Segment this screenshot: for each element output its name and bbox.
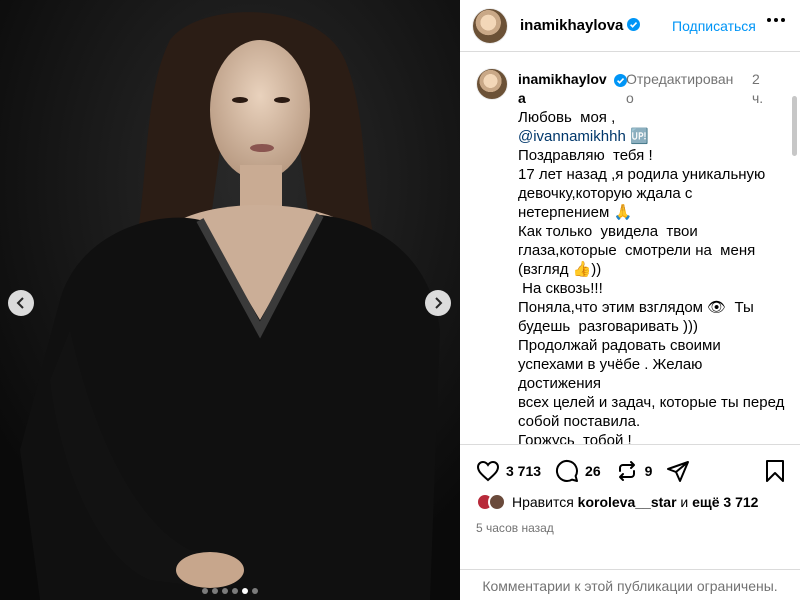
repost-button[interactable]: 9 bbox=[615, 459, 653, 483]
repost-icon bbox=[618, 461, 635, 481]
comment-icon bbox=[556, 459, 579, 482]
caption-timestamp[interactable]: 2 ч. bbox=[752, 70, 766, 108]
liked-by[interactable]: Нравится koroleva__star и ещё 3 712 bbox=[476, 493, 758, 511]
like-button[interactable]: 3 713 bbox=[476, 459, 541, 483]
caption-section: inamikhaylov a Отредактирован о 2 ч. Любовь… bbox=[460, 52, 800, 444]
chevron-left-icon bbox=[16, 297, 24, 309]
bookmark-icon bbox=[766, 460, 784, 482]
comment-button[interactable]: 26 bbox=[555, 459, 601, 483]
caption-line: Любовь моя , bbox=[518, 109, 616, 126]
carousel-dot bbox=[222, 588, 228, 594]
liked-by-rest[interactable]: ещё 3 712 bbox=[692, 494, 758, 510]
caption-line: Горжусь тобой ! bbox=[518, 432, 632, 444]
caption-line: нетерпением 🙏 bbox=[518, 204, 633, 221]
heart-icon bbox=[476, 460, 500, 482]
carousel-prev-button[interactable] bbox=[8, 290, 34, 316]
carousel-dot bbox=[252, 588, 258, 594]
carousel-indicator bbox=[0, 588, 460, 594]
caption-line: На сквозь!!! bbox=[518, 280, 603, 297]
more-dots-icon[interactable] bbox=[767, 18, 785, 22]
caption-author-username[interactable]: inamikhaylov a bbox=[518, 70, 610, 108]
caption-text: Любовь моя , @ivannamikhhh 🆙 Поздравляю те… bbox=[518, 108, 788, 444]
caption-line: Поняла,что этим взглядом 👁 Ты bbox=[518, 299, 754, 316]
caption-line: 17 лет назад ,я родила уникальную bbox=[518, 166, 766, 183]
caption-line: успехами в учёбе . Желаю достижения bbox=[518, 356, 707, 392]
caption-line: Продолжай радовать своими bbox=[518, 337, 721, 354]
likes-count: 3 713 bbox=[506, 463, 542, 479]
liked-by-prefix: Нравится bbox=[512, 494, 574, 510]
carousel-dot bbox=[242, 588, 248, 594]
post-media[interactable] bbox=[0, 0, 460, 600]
caption-line: Поздравляю тебя ! bbox=[518, 147, 653, 164]
comments-restricted-notice: Комментарии к этой публикации ограничены… bbox=[460, 569, 800, 600]
posted-ago: 5 часов назад bbox=[476, 521, 554, 535]
follow-button[interactable]: Подписаться bbox=[672, 18, 756, 34]
caption-author-avatar[interactable] bbox=[476, 68, 508, 100]
comments-count: 26 bbox=[585, 463, 601, 479]
share-button[interactable] bbox=[666, 459, 690, 483]
caption-line: Как только увидела твои bbox=[518, 223, 698, 240]
post-actions: 3 713 26 9 Нравится koroleva__star и ещё… bbox=[460, 444, 800, 600]
post-photo bbox=[0, 0, 460, 600]
author-avatar[interactable] bbox=[472, 7, 508, 44]
caption-line: (взгляд 👍)) bbox=[518, 261, 602, 278]
caption-line: всех целей и задач, которые ты перед bbox=[518, 394, 785, 411]
reposts-count: 9 bbox=[644, 463, 653, 479]
author-username[interactable]: inamikhaylova bbox=[520, 17, 641, 34]
post-sidebar: inamikhaylova Подписаться inamikhaylov a … bbox=[460, 0, 800, 600]
edited-label: Отредактирован о bbox=[626, 71, 734, 106]
caption-line: будешь разговаривать ))) bbox=[518, 318, 698, 335]
chevron-right-icon bbox=[435, 297, 443, 309]
carousel-dot bbox=[202, 588, 208, 594]
caption-line: глаза,которые смотрели на меня bbox=[518, 242, 756, 259]
liked-by-user[interactable]: koroleva__star bbox=[578, 494, 677, 510]
caption-line: девочку,которую ждала с bbox=[518, 185, 693, 202]
verified-badge-icon bbox=[627, 18, 641, 31]
liker-avatar bbox=[488, 493, 506, 511]
post-header: inamikhaylova Подписаться bbox=[460, 0, 800, 52]
liked-by-and: и bbox=[680, 494, 689, 510]
carousel-next-button[interactable] bbox=[425, 290, 451, 316]
carousel-dot bbox=[212, 588, 218, 594]
save-button[interactable] bbox=[764, 459, 786, 488]
caption-scrollbar[interactable] bbox=[792, 96, 797, 156]
share-icon bbox=[667, 461, 690, 482]
mention-link[interactable]: @ivannamikhhh bbox=[518, 128, 626, 145]
caption-line: @ivannamikhhh 🆙 bbox=[518, 128, 649, 145]
carousel-dot bbox=[232, 588, 238, 594]
caption-line: собой поставила. bbox=[518, 413, 641, 430]
